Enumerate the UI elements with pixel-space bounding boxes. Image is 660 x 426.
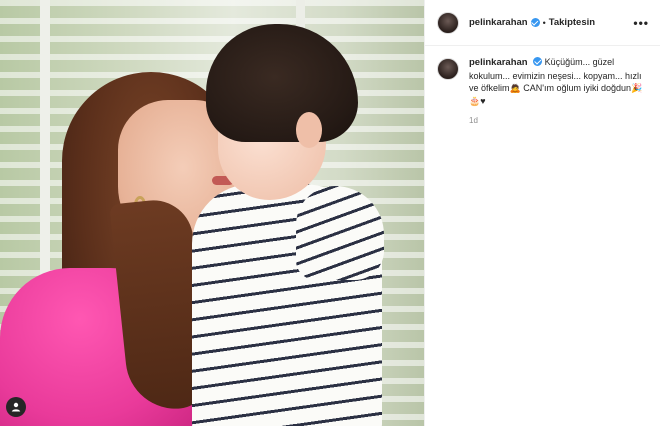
more-options-icon[interactable]: •••: [633, 16, 649, 30]
follow-status-button[interactable]: Takiptesin: [549, 17, 595, 28]
post-sidebar: pelinkarahan • Takiptesin ••• pelinkarah…: [424, 0, 660, 426]
user-tag-icon[interactable]: [6, 397, 26, 417]
boy-ear: [296, 112, 322, 148]
separator-dot: •: [542, 17, 546, 28]
post-timestamp[interactable]: 1d: [469, 115, 651, 128]
boy-hair: [206, 24, 358, 142]
header-username[interactable]: pelinkarahan: [469, 17, 528, 28]
post-header: pelinkarahan • Takiptesin •••: [425, 0, 660, 46]
verified-badge-icon: [533, 57, 543, 66]
caption-username[interactable]: pelinkarahan: [469, 57, 528, 68]
caption: pelinkarahan Küçüğüm... güzel kokulum...…: [437, 56, 651, 128]
avatar[interactable]: [437, 11, 459, 34]
person-icon: [11, 402, 21, 412]
post-photo[interactable]: [0, 0, 424, 426]
caption-avatar[interactable]: [437, 58, 459, 80]
caption-body: pelinkarahan Küçüğüm... güzel kokulum...…: [469, 56, 651, 128]
hoodie-hood: [296, 186, 384, 280]
verified-badge-icon: [530, 18, 540, 27]
